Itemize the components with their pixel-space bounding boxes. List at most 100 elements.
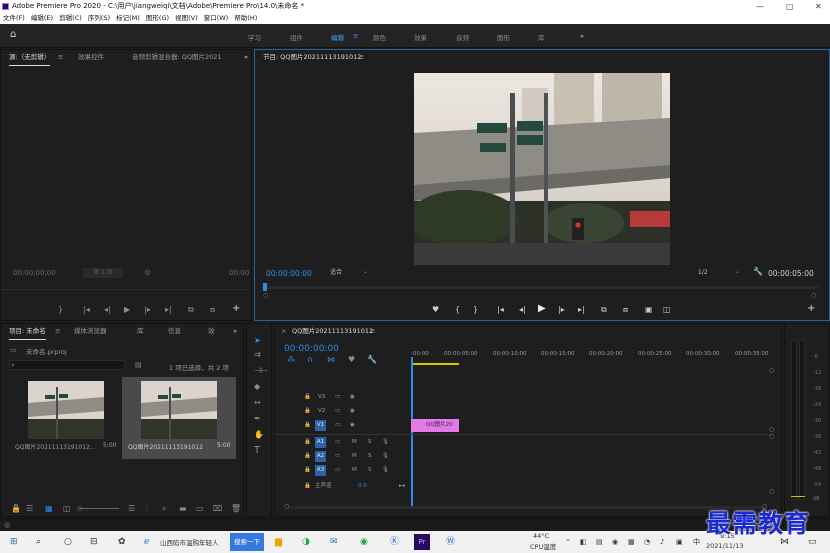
track-label[interactable]: A3: [315, 465, 326, 476]
go-to-end-icon[interactable]: ▸◂: [399, 481, 405, 492]
new-bin-icon[interactable]: ▬: [179, 504, 187, 514]
track-label[interactable]: V3: [318, 392, 325, 403]
add-button-icon[interactable]: +: [232, 304, 240, 314]
clear-icon[interactable]: ⌧: [213, 504, 222, 514]
add-button-program-icon[interactable]: +: [807, 304, 815, 314]
lock-icon[interactable]: 🔒: [304, 481, 311, 492]
automate-icon[interactable]: ⫶: [146, 504, 148, 514]
eye-icon[interactable]: ◉: [350, 420, 355, 431]
step-back-icon[interactable]: ◂|: [104, 305, 111, 315]
app-icon[interactable]: Ⓚ: [390, 535, 399, 549]
step-back-icon-program[interactable]: ◂|: [519, 305, 526, 315]
mute-icon[interactable]: M: [352, 451, 357, 462]
workspace-graphics[interactable]: 图形: [497, 32, 510, 42]
app-icon[interactable]: ✿: [118, 535, 126, 549]
go-to-in-icon[interactable]: |◂: [83, 305, 90, 315]
solo-icon[interactable]: S: [368, 465, 372, 476]
minimize-icon[interactable]: —: [756, 0, 764, 13]
comparison-view-icon[interactable]: ◫: [663, 305, 671, 315]
workspace-assembly[interactable]: 组件: [290, 32, 303, 42]
pen-tool-icon[interactable]: ✒: [254, 414, 261, 424]
wrench-icon[interactable]: 🔧: [753, 267, 763, 277]
sync-icon[interactable]: ▭: [335, 437, 340, 448]
mark-in-icon[interactable]: {: [455, 305, 460, 315]
find-icon[interactable]: ⌕: [162, 504, 166, 514]
linked-selection-icon[interactable]: ⋈: [327, 355, 335, 365]
menu-help[interactable]: 帮助(H): [234, 14, 257, 22]
sync-icon[interactable]: ▭: [335, 392, 340, 403]
track-label[interactable]: A1: [315, 437, 326, 448]
tray-icon[interactable]: ▤: [596, 535, 603, 549]
tab-effect-controls[interactable]: 效果控件: [78, 50, 104, 65]
tab-source[interactable]: 源:（无剪辑）: [9, 50, 51, 66]
track-label[interactable]: V2: [318, 406, 325, 417]
menu-file[interactable]: 文件(F): [3, 14, 25, 22]
sync-icon[interactable]: ▭: [335, 451, 340, 462]
close-sequence-icon[interactable]: ×: [281, 324, 286, 339]
go-to-out-icon[interactable]: ▸|: [165, 305, 172, 315]
tray-icon[interactable]: ♪: [660, 535, 664, 549]
menu-marker[interactable]: 标记(M): [116, 14, 140, 22]
track-select-tool-icon[interactable]: ⇉: [254, 350, 261, 360]
workspace-color[interactable]: 颜色: [373, 32, 386, 42]
taskbar-search-text[interactable]: 山西陷市温购年轻人: [160, 537, 219, 547]
tab-effects[interactable]: 效: [208, 324, 215, 339]
tab-audio-clip-mixer[interactable]: 音频剪辑混合器: QQ图片2021: [132, 50, 222, 65]
sync-icon[interactable]: ▭: [335, 406, 340, 417]
microphone-icon[interactable]: 🎙: [382, 437, 389, 448]
menu-clip[interactable]: 剪辑(C): [59, 14, 82, 22]
scroll-handle-icon[interactable]: ○: [769, 487, 774, 497]
app-icon[interactable]: ◉: [360, 535, 368, 549]
work-area-bar[interactable]: [411, 363, 459, 365]
eye-icon[interactable]: ◉: [350, 392, 355, 403]
tray-icon[interactable]: ◧: [580, 535, 587, 549]
lock-icon[interactable]: 🔒: [304, 420, 311, 431]
ripple-edit-tool-icon[interactable]: ⊣⊢: [254, 366, 268, 376]
solo-icon[interactable]: S: [368, 437, 372, 448]
microphone-icon[interactable]: 🎙: [382, 465, 389, 476]
overwrite-icon[interactable]: ⧈: [210, 305, 215, 315]
program-scrub-bar[interactable]: [263, 286, 818, 289]
selection-tool-icon[interactable]: ➤: [254, 336, 261, 346]
more-tabs-icon[interactable]: »: [244, 50, 248, 65]
program-title[interactable]: 节目: QQ图片20211113191012: [263, 50, 361, 65]
tray-icon[interactable]: ◔: [644, 535, 650, 549]
insert-icon[interactable]: ⧉: [188, 305, 194, 315]
trash-icon[interactable]: 🗑: [231, 504, 241, 514]
solo-icon[interactable]: S: [368, 451, 372, 462]
project-item[interactable]: QQ图片20211113191012 5:00: [122, 377, 236, 459]
go-to-out-icon-program[interactable]: ▸|: [578, 305, 585, 315]
play-icon[interactable]: ▶: [124, 305, 130, 315]
playhead[interactable]: [411, 357, 413, 507]
video-clip[interactable]: QQ图片20: [411, 419, 459, 432]
widgets-icon[interactable]: ⊟: [90, 535, 98, 549]
tab-media-browser[interactable]: 媒体浏览器: [74, 324, 107, 339]
scroll-handle-icon[interactable]: ○: [769, 432, 774, 442]
type-tool-icon[interactable]: T: [254, 446, 260, 456]
sort-icon[interactable]: ☰: [128, 504, 135, 514]
sync-icon[interactable]: ▭: [335, 465, 340, 476]
slip-tool-icon[interactable]: ↔: [254, 398, 261, 408]
mute-icon[interactable]: M: [352, 465, 357, 476]
source-scrub-bar[interactable]: [1, 289, 251, 290]
workspace-libraries[interactable]: 库: [538, 32, 545, 42]
menu-view[interactable]: 视图(V): [175, 14, 198, 22]
razor-tool-icon[interactable]: ◆: [254, 382, 260, 392]
tray-icon[interactable]: ▦: [628, 535, 635, 549]
time-ruler[interactable]: :00:00 00:00:05:00 00:00:10:00 00:00:15:…: [411, 346, 771, 366]
eye-icon[interactable]: ◉: [350, 406, 355, 417]
tab-libraries[interactable]: 库: [137, 324, 144, 339]
new-item-icon[interactable]: ▭: [196, 504, 204, 514]
camera-icon[interactable]: ▣: [645, 305, 653, 315]
taskbar-search-button[interactable]: 搜索一下: [230, 533, 264, 551]
lift-icon[interactable]: ⧉: [601, 305, 607, 315]
lock-icon[interactable]: 🔒: [11, 504, 21, 514]
settings-icon[interactable]: ⚙: [144, 268, 151, 278]
bin-icon[interactable]: ▤: [135, 360, 142, 370]
premiere-taskbar-icon[interactable]: Pr: [414, 534, 430, 550]
step-forward-icon-program[interactable]: |▸: [558, 305, 565, 315]
tab-info[interactable]: 信息: [168, 324, 181, 339]
source-timecode[interactable]: 00;00;00;00: [13, 269, 56, 277]
more-workspaces-icon[interactable]: »: [580, 32, 584, 40]
browser-icon[interactable]: ◑: [302, 535, 310, 549]
